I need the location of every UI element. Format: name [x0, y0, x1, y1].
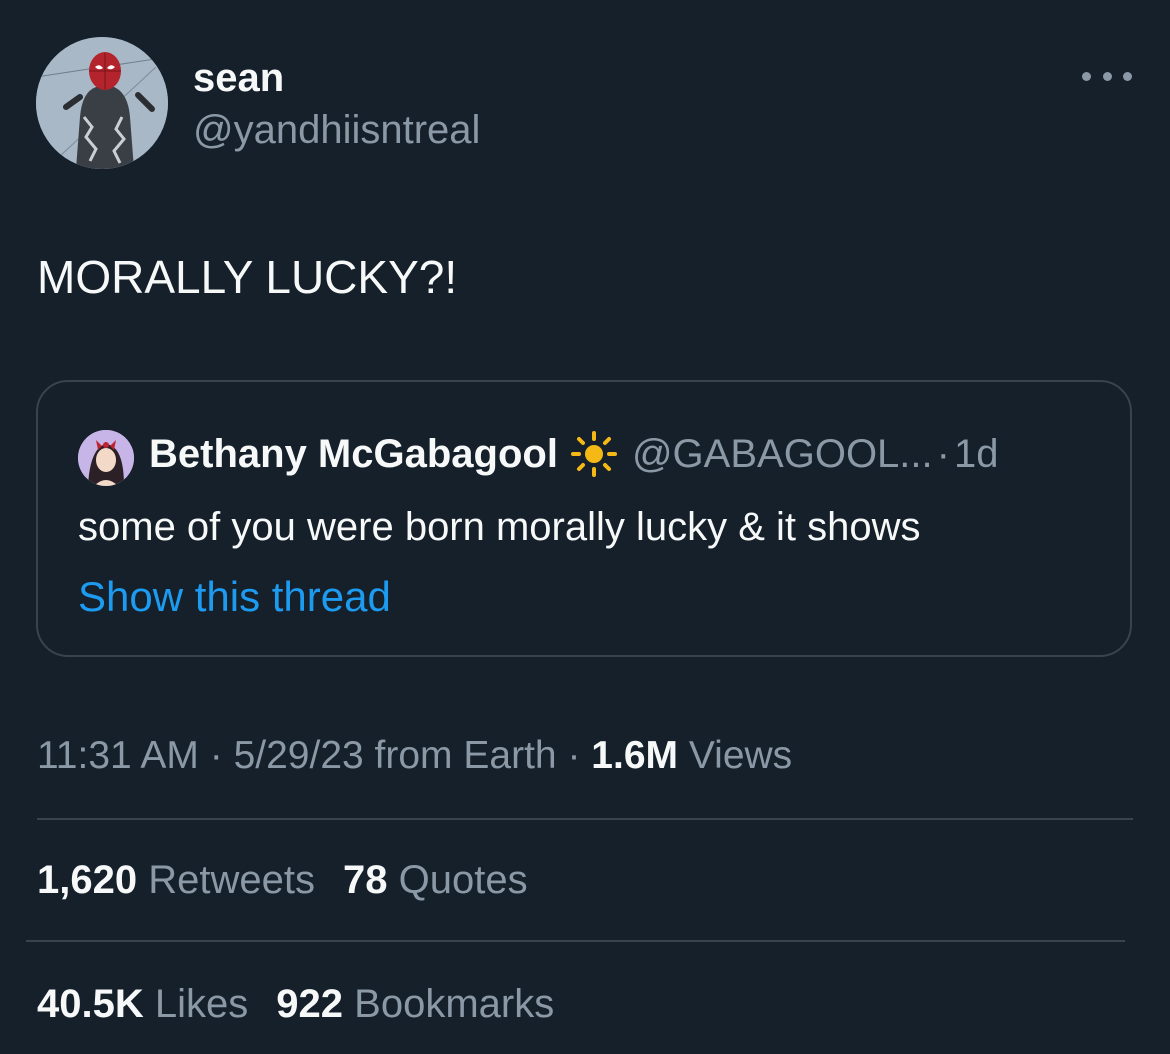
retweets-stat[interactable]: 1,620 Retweets: [37, 856, 315, 904]
quote-timestamp[interactable]: 1d: [954, 428, 999, 480]
tweet-detail: sean @yandhiisntreal MORALLY LUCKY?! Bet…: [0, 0, 1170, 1054]
quote-author-handle[interactable]: @GABAGOOL...: [632, 428, 933, 480]
likes-count: 40.5K: [37, 982, 144, 1026]
tweet-metadata: 11:31 AM · 5/29/23 from Earth · 1.6M Vie…: [37, 732, 792, 780]
likes-stat[interactable]: 40.5K Likes: [37, 980, 248, 1028]
quote-author-name[interactable]: Bethany McGabagool: [149, 428, 558, 480]
bookmarks-stat[interactable]: 922 Bookmarks: [276, 980, 554, 1028]
meta-separator: ·: [209, 734, 223, 777]
views-count: 1.6M: [591, 734, 678, 777]
meta-separator: ·: [567, 734, 581, 777]
tweet-text: MORALLY LUCKY?!: [37, 251, 458, 303]
quote-separator: ·: [936, 432, 950, 476]
tweet-source: from Earth: [374, 734, 557, 777]
bookmarks-count: 922: [276, 982, 344, 1026]
tweet-time[interactable]: 11:31 AM: [37, 734, 199, 777]
author-display-name[interactable]: sean: [193, 55, 284, 101]
more-dots-icon[interactable]: [1082, 58, 1132, 94]
quote-header: Bethany McGabagool @GABAGOOL... · 1d: [149, 428, 998, 480]
retweets-count: 1,620: [37, 858, 138, 902]
quote-tweet-card[interactable]: Bethany McGabagool @GABAGOOL... · 1d som…: [36, 380, 1132, 657]
dot: [1123, 71, 1132, 81]
dot: [1102, 71, 1112, 81]
sun-emoji-icon: [570, 431, 617, 477]
divider: [37, 818, 1133, 820]
dot: [1082, 71, 1091, 81]
divider: [26, 940, 1125, 942]
quotes-label: Quotes: [398, 858, 528, 902]
quote-text: some of you were born morally lucky & it…: [78, 505, 921, 549]
tweet-date[interactable]: 5/29/23: [234, 734, 364, 777]
likes-label: Likes: [154, 982, 249, 1026]
quote-avatar-icon: [78, 430, 134, 486]
spider-man-avatar-icon: [36, 37, 168, 169]
stats-row-engagement: 40.5K Likes 922 Bookmarks: [37, 980, 582, 1028]
retweets-label: Retweets: [148, 858, 315, 902]
quotes-count: 78: [342, 858, 388, 902]
author-avatar[interactable]: [36, 37, 168, 169]
bookmarks-label: Bookmarks: [354, 982, 555, 1026]
show-thread-link[interactable]: Show this thread: [78, 572, 391, 622]
views-label: Views: [688, 734, 793, 777]
quote-author-avatar[interactable]: [78, 430, 134, 486]
stats-row-shares: 1,620 Retweets 78 Quotes: [37, 856, 556, 904]
author-handle[interactable]: @yandhiisntreal: [193, 107, 480, 153]
quotes-stat[interactable]: 78 Quotes: [343, 856, 528, 904]
